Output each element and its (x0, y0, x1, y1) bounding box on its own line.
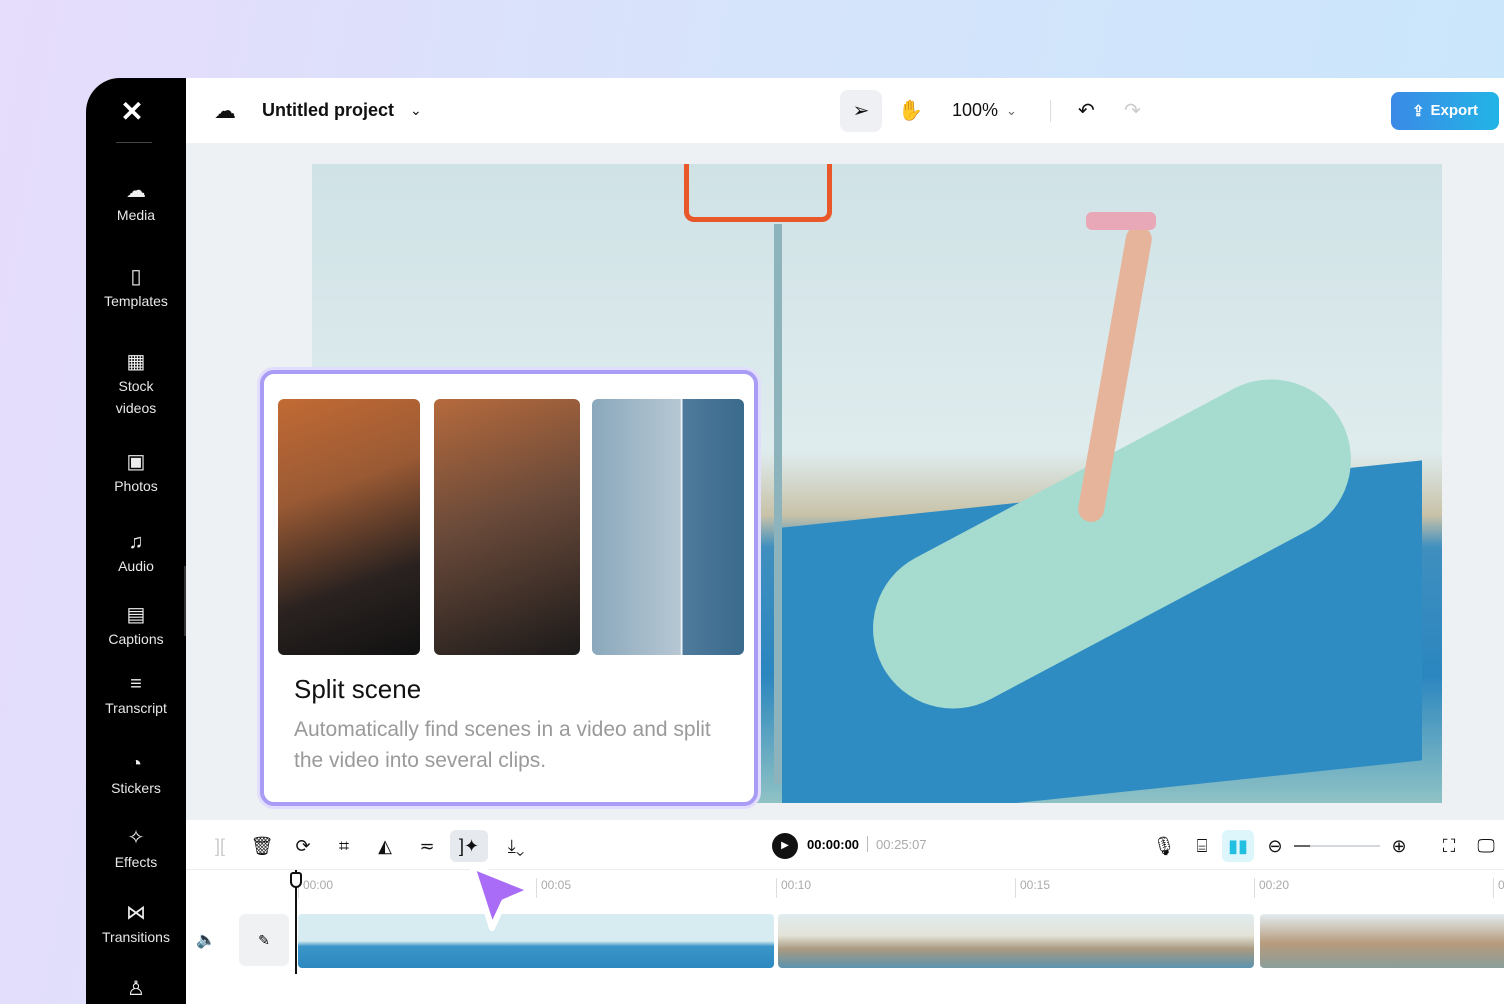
popup-title: Split scene (294, 674, 421, 705)
sidebar-item-more[interactable]: ♙ (86, 976, 186, 1002)
zoom-value: 100% (952, 100, 998, 121)
edit-toolbar: ][ 🗑 ⟳ ⌗ ◭ ≂ ]✦ ⤓⌄ ▶ 00:00:00 00:25:07 🎙… (186, 820, 1504, 870)
sidebar-item-stickers[interactable]: ◔ Stickers (86, 751, 186, 799)
sidebar-item-label: Audio (118, 558, 154, 574)
flip-icon[interactable]: ◭ (369, 830, 401, 862)
sidebar: ✕ ☁ Media ▯ Templates ▦ Stock videos ▣ Photo… (86, 78, 186, 1004)
sidebar-item-templates[interactable]: ▯ Templates (86, 264, 186, 312)
chevron-down-icon[interactable]: ⌄ (410, 78, 422, 143)
export-button[interactable]: ⇪ Export (1391, 92, 1499, 130)
divider (116, 142, 152, 143)
delete-icon[interactable]: 🗑 (246, 830, 278, 862)
time-tick: 00:15 (1015, 878, 1050, 898)
sidebar-item-media[interactable]: ☁ Media (86, 178, 186, 226)
sidebar-item-photos[interactable]: ▣ Photos (86, 449, 186, 497)
image-icon: ▣ (86, 449, 186, 475)
sidebar-item-stock-videos[interactable]: ▦ Stock videos (86, 349, 186, 419)
sidebar-item-transcript[interactable]: ≡ Transcript (86, 671, 186, 719)
sidebar-item-label: Stickers (111, 780, 161, 796)
top-bar: ☁ Untitled project ⌄ ➢ ✋ 100% ⌄ ↶ ↷ ⇪ Expo… (186, 78, 1504, 143)
split-scene-tooltip: Split scene Automatically find scenes in… (260, 370, 758, 806)
crop-icon[interactable]: ⌗ (328, 830, 360, 862)
zoom-out-icon[interactable]: ⊖ (1259, 830, 1291, 862)
cloud-sync-icon: ☁ (214, 78, 236, 143)
divider (1050, 100, 1051, 122)
select-tool-icon[interactable]: ➢ (840, 90, 882, 132)
mouse-cursor-icon (462, 858, 542, 938)
transcript-icon: ≡ (86, 671, 186, 697)
sidebar-item-label: Stock videos (116, 378, 156, 416)
timeline: 00:00 00:05 00:10 00:15 00:20 0 🔈 ✎ (186, 870, 1504, 1004)
sidebar-item-label: Transitions (102, 929, 170, 945)
music-icon: ♫ (86, 529, 186, 555)
total-time: 00:25:07 (876, 837, 927, 852)
play-button[interactable]: ▶ (772, 833, 798, 859)
volume-icon[interactable]: 🔈 (196, 930, 216, 950)
sidebar-item-label: Captions (108, 631, 163, 647)
sidebar-item-effects[interactable]: ✧ Effects (86, 825, 186, 873)
project-title[interactable]: Untitled project (262, 78, 394, 143)
replay-icon[interactable]: ⟳ (287, 830, 319, 862)
time-tick: 0 (1493, 878, 1504, 898)
effects-icon: ✧ (86, 825, 186, 851)
transitions-icon: ⋈ (86, 900, 186, 926)
hoop-pole (774, 224, 782, 784)
undo-icon[interactable]: ↶ (1078, 78, 1095, 143)
divider (867, 836, 868, 852)
time-tick: 00:10 (776, 878, 811, 898)
split-icon[interactable]: ][ (204, 830, 236, 862)
preview-image (434, 399, 580, 655)
split-marker-icon[interactable]: ▮▮ (1222, 830, 1254, 862)
sidebar-item-label: Photos (114, 478, 158, 494)
zoom-select[interactable]: 100% ⌄ (952, 78, 1017, 143)
time-tick: 00:20 (1254, 878, 1289, 898)
sticker-icon: ◔ (86, 751, 186, 777)
hand-tool-icon[interactable]: ✋ (898, 78, 923, 143)
fullscreen-icon[interactable]: ⛶ (1433, 830, 1465, 862)
video-clip[interactable] (778, 914, 1254, 968)
export-label: Export (1431, 102, 1479, 119)
sidebar-item-transitions[interactable]: ⋈ Transitions (86, 900, 186, 948)
sidebar-item-label: Templates (104, 293, 168, 309)
time-tick: 00:00 (298, 878, 333, 898)
sidebar-item-captions[interactable]: ▤ Captions (86, 602, 186, 650)
playhead-handle[interactable] (290, 872, 302, 888)
capcut-logo: ✕ (114, 98, 150, 126)
zoom-slider[interactable] (1294, 845, 1380, 847)
monitor-icon[interactable]: 🖵 (1470, 830, 1502, 862)
chevron-down-icon: ⌄ (1006, 103, 1017, 119)
transcript-cut-icon[interactable]: ≂ (411, 830, 443, 862)
dumbbell (1086, 212, 1156, 230)
cloud-upload-icon: ☁ (86, 178, 186, 204)
captions-icon: ▤ (86, 602, 186, 628)
preview-image (592, 399, 744, 655)
basketball-hoop (684, 164, 832, 222)
templates-icon: ▯ (86, 264, 186, 290)
sidebar-item-audio[interactable]: ♫ Audio (86, 529, 186, 577)
zoom-in-icon[interactable]: ⊕ (1383, 830, 1415, 862)
popup-description: Automatically find scenes in a video and… (294, 714, 744, 776)
video-clip[interactable] (1260, 914, 1504, 968)
film-icon: ▦ (106, 349, 166, 375)
sidebar-item-label: Media (117, 207, 155, 223)
sidebar-item-label: Effects (115, 854, 158, 870)
microphone-icon[interactable]: 🎙 (1148, 830, 1180, 862)
person-icon: ♙ (86, 976, 186, 1002)
preview-image (278, 399, 420, 655)
current-time: 00:00:00 (807, 837, 859, 852)
share-icon: ⇪ (1412, 102, 1425, 120)
snap-icon[interactable]: ⌸ (1186, 830, 1218, 862)
redo-icon[interactable]: ↷ (1124, 78, 1141, 143)
sidebar-item-label: Transcript (105, 700, 167, 716)
edit-cover-button[interactable]: ✎ (239, 914, 289, 966)
